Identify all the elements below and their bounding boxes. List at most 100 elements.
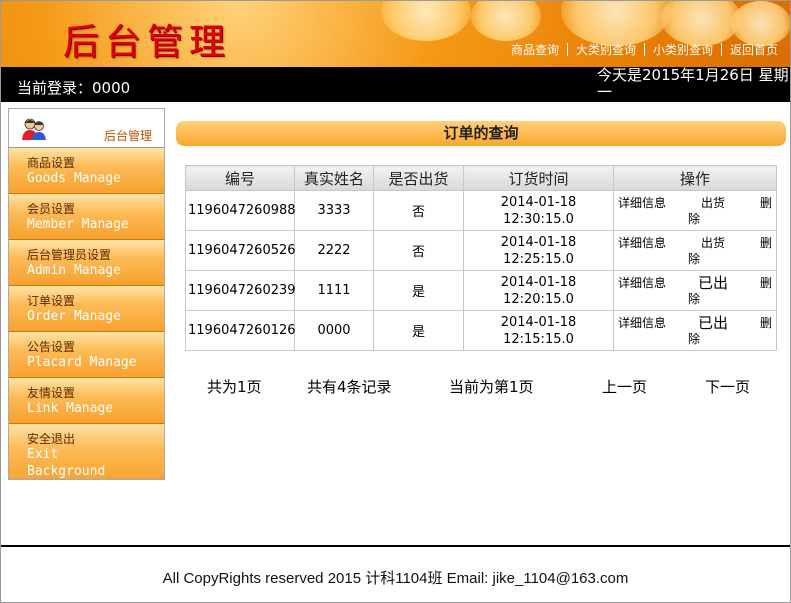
order-date: 2014-01-18 [500,274,577,290]
order-date: 2014-01-18 [500,234,577,250]
site-title: 后台管理 [63,22,232,63]
nav-divider [566,43,568,56]
order-time: 2014-01-18 12:20:15.0 [463,270,614,311]
sidebar-item-sublabel: Exit Background [27,447,106,479]
sidebar-item-label: 商品设置 [27,156,76,170]
prev-page-link[interactable]: 上一页 [602,376,647,397]
column-header: 真实姓名 [294,165,374,191]
table-row: 1196047260126 0000 是 2014-01-18 12:15:15… [185,310,777,351]
orders-table: 编号 真实姓名 是否出货 订货时间 操作 1196047260988 3333 … [185,165,777,351]
delete-link-wrap[interactable]: 除 [618,331,772,347]
sidebar-item-label: 公告设置 [27,340,76,354]
column-header: 操作 [613,165,777,191]
admin-users-icon [21,117,47,141]
row-actions: 详细信息 出货 删 除 [613,230,777,271]
status-bar: 当前登录：0000 今天是2015年1月26日 星期一 [1,67,790,102]
sidebar-item-exit[interactable]: 安全退出 Exit Background [9,424,164,479]
nav-category-query[interactable]: 大类别查询 [570,41,642,58]
shipped-label: 已出 [697,273,728,292]
order-time: 2014-01-18 12:30:15.0 [463,190,614,231]
delete-link-wrap[interactable]: 除 [618,211,772,227]
sidebar-item-sublabel: Goods Manage [27,171,121,186]
nav-subcategory-query[interactable]: 小类别查询 [647,41,719,58]
sidebar-item-label: 订单设置 [27,294,76,308]
sidebar: 后台管理 商品设置 Goods Manage 会员设置 Member Manag… [8,108,165,480]
top-nav: 商品查询 大类别查询 小类别查询 返回首页 [505,41,784,58]
sidebar-title: 后台管理 [103,129,152,143]
total-pages: 共为1页 [207,378,262,396]
shipped-status: 否 [373,230,464,271]
nav-goods-query[interactable]: 商品查询 [505,41,565,58]
order-id: 1196047260126 [185,310,296,351]
detail-link[interactable]: 详细信息 [618,315,666,331]
order-id: 1196047260988 [185,190,296,231]
column-header: 编号 [185,165,295,191]
order-id: 1196047260526 [185,230,296,271]
order-clock: 12:15:15.0 [503,331,574,347]
detail-link[interactable]: 详细信息 [618,195,666,211]
order-date: 2014-01-18 [500,314,577,330]
nav-divider [643,43,645,56]
sidebar-item-link[interactable]: 友情设置 Link Manage [9,378,164,424]
sidebar-item-sublabel: Placard Manage [27,355,137,370]
shipped-status: 是 [373,270,464,311]
row-actions: 详细信息 已出 删 除 [613,270,777,311]
footer-copyright: All CopyRights reserved 2015 计科1104班 Ema… [162,570,629,587]
delete-link[interactable]: 删 [760,195,772,211]
order-clock: 12:25:15.0 [503,251,574,267]
ship-link[interactable]: 出货 [701,195,725,211]
current-page: 当前为第1页 [449,378,534,396]
delete-link[interactable]: 删 [760,315,772,331]
sidebar-item-placard[interactable]: 公告设置 Placard Manage [9,332,164,378]
order-time: 2014-01-18 12:15:15.0 [463,310,614,351]
sidebar-item-label: 后台管理员设置 [27,248,112,262]
customer-name: 0000 [294,310,374,351]
delete-link-wrap[interactable]: 除 [618,251,772,267]
detail-link[interactable]: 详细信息 [618,235,666,251]
sidebar-item-label: 安全退出 [27,432,76,446]
table-row: 1196047260988 3333 否 2014-01-18 12:30:15… [185,190,777,231]
column-header: 订货时间 [463,165,614,191]
delete-link-wrap[interactable]: 除 [618,291,772,307]
sidebar-item-order[interactable]: 订单设置 Order Manage [9,286,164,332]
sidebar-item-sublabel: Order Manage [27,309,121,324]
delete-link[interactable]: 删 [760,235,772,251]
order-time: 2014-01-18 12:25:15.0 [463,230,614,271]
customer-name: 2222 [294,230,374,271]
section-title: 订单的查询 [176,121,786,146]
ship-link[interactable]: 出货 [701,235,725,251]
shipped-status: 是 [373,310,464,351]
nav-home[interactable]: 返回首页 [724,41,784,58]
customer-name: 3333 [294,190,374,231]
table-row: 1196047260239 1111 是 2014-01-18 12:20:15… [185,270,777,311]
detail-link[interactable]: 详细信息 [618,275,666,291]
sidebar-item-label: 友情设置 [27,386,76,400]
shipped-label: 已出 [697,313,728,332]
nav-divider [720,43,722,56]
row-actions: 详细信息 出货 删 除 [613,190,777,231]
customer-name: 1111 [294,270,374,311]
order-clock: 12:20:15.0 [503,291,574,307]
sidebar-header: 后台管理 [9,109,164,148]
login-status: 当前登录：0000 [17,79,131,97]
table-header-row: 编号 真实姓名 是否出货 订货时间 操作 [185,165,777,191]
sidebar-item-member[interactable]: 会员设置 Member Manage [9,194,164,240]
current-date: 今天是2015年1月26日 星期一 [597,67,789,101]
column-header: 是否出货 [373,165,464,191]
order-date: 2014-01-18 [500,194,577,210]
sidebar-item-goods[interactable]: 商品设置 Goods Manage [9,148,164,194]
order-clock: 12:30:15.0 [503,211,574,227]
total-records: 共有4条记录 [307,378,392,396]
table-row: 1196047260526 2222 否 2014-01-18 12:25:15… [185,230,777,271]
next-page-link[interactable]: 下一页 [705,376,750,397]
sidebar-item-sublabel: Admin Manage [27,263,121,278]
sidebar-item-sublabel: Link Manage [27,401,114,416]
delete-link[interactable]: 删 [760,275,772,291]
shipped-status: 否 [373,190,464,231]
header-banner: 后台管理 商品查询 大类别查询 小类别查询 返回首页 [1,1,790,67]
sidebar-item-label: 会员设置 [27,202,76,216]
sidebar-item-sublabel: Member Manage [27,217,129,232]
footer-divider [1,545,790,547]
row-actions: 详细信息 已出 删 除 [613,310,777,351]
sidebar-item-admin[interactable]: 后台管理员设置 Admin Manage [9,240,164,286]
